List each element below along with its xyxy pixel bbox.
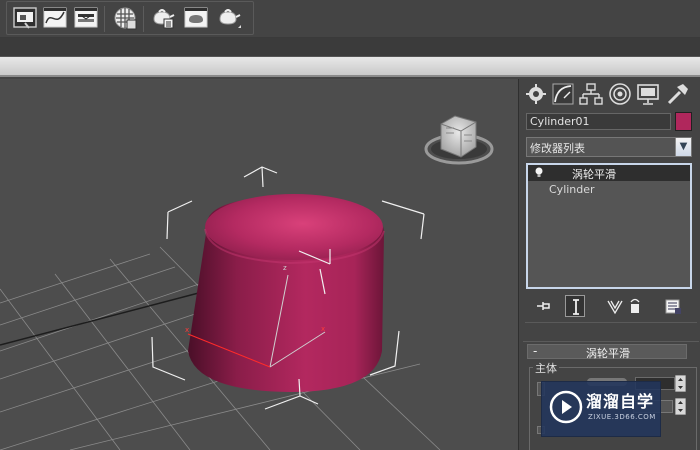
- material-editor-icon[interactable]: [112, 5, 138, 31]
- rendered-frame-icon[interactable]: [183, 5, 209, 31]
- svg-text:z: z: [283, 264, 287, 272]
- chevron-down-icon[interactable]: ▼: [675, 138, 691, 156]
- pin-stack-icon[interactable]: [533, 295, 553, 317]
- group-label: 主体: [533, 360, 559, 376]
- create-tab-icon[interactable]: [523, 81, 549, 107]
- spinner-arrows-icon[interactable]: [674, 374, 687, 393]
- motion-tab-icon[interactable]: [607, 81, 633, 107]
- quick-render-icon[interactable]: [217, 5, 243, 31]
- collapse-icon[interactable]: -: [533, 344, 537, 358]
- main-toolbar: [0, 0, 700, 38]
- svg-text:x: x: [185, 326, 189, 334]
- perspective-viewport[interactable]: z x x: [0, 79, 518, 450]
- stack-toolbar: [519, 293, 700, 319]
- stack-item-label: Cylinder: [549, 183, 595, 196]
- svg-text:x: x: [321, 325, 325, 333]
- object-name-field[interactable]: [526, 113, 671, 130]
- curve-editor-icon[interactable]: [42, 5, 68, 31]
- separator: [525, 322, 697, 323]
- modifier-list-dropdown[interactable]: 修改器列表 ▼: [526, 137, 692, 157]
- modify-tab-icon[interactable]: [550, 81, 576, 107]
- schematic-view-icon[interactable]: [73, 5, 99, 31]
- scene-explorer-icon[interactable]: [12, 5, 38, 31]
- rollout-title: 涡轮平滑: [586, 347, 630, 360]
- hierarchy-tab-icon[interactable]: [578, 81, 604, 107]
- display-tab-icon[interactable]: [635, 81, 661, 107]
- show-end-result-icon[interactable]: [565, 295, 585, 317]
- make-unique-icon[interactable]: [605, 295, 625, 317]
- watermark-badge: 溜溜自学 ZIXUE.3D66.COM: [541, 381, 661, 437]
- watermark-subtitle: ZIXUE.3D66.COM: [588, 413, 656, 421]
- viewcube-icon: [424, 115, 494, 165]
- viewport-label-strip: [0, 57, 700, 77]
- stack-item-cylinder[interactable]: Cylinder: [528, 182, 690, 198]
- spinner-arrows-icon[interactable]: [674, 397, 687, 416]
- stack-item-turbosmooth[interactable]: 涡轮平滑: [528, 165, 690, 181]
- modifier-list-label: 修改器列表: [530, 142, 585, 155]
- cylinder01-mesh: [188, 194, 385, 392]
- render-setup-icon[interactable]: [150, 5, 176, 31]
- rollout-header[interactable]: - 涡轮平滑: [527, 344, 687, 360]
- configure-modifier-sets-icon[interactable]: [663, 295, 683, 317]
- watermark-logo-icon: [549, 390, 583, 424]
- remove-modifier-icon[interactable]: [625, 295, 645, 317]
- watermark-title: 溜溜自学: [586, 392, 655, 411]
- object-color-swatch[interactable]: [675, 112, 692, 131]
- ribbon-strip: [0, 38, 700, 57]
- stack-item-label: 涡轮平滑: [572, 168, 616, 181]
- toolbar-group: [6, 1, 254, 35]
- grid-axis-line: [0, 289, 211, 346]
- utilities-tab-icon[interactable]: [665, 81, 691, 107]
- lightbulb-icon[interactable]: [534, 166, 544, 180]
- modifier-stack: 涡轮平滑 Cylinder: [526, 163, 692, 289]
